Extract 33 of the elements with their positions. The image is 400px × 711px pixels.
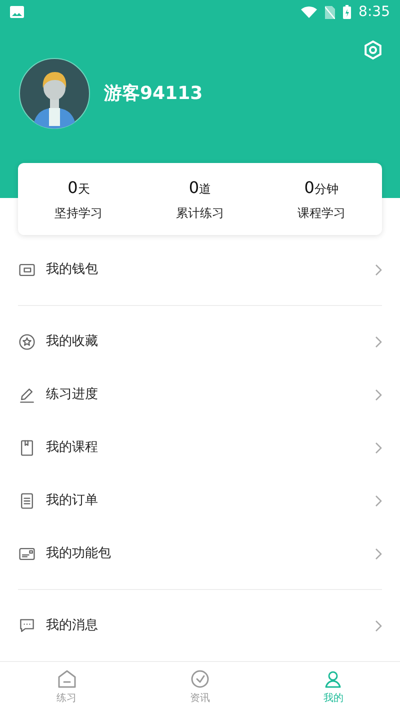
book-icon: [18, 438, 36, 456]
battery-icon: [342, 5, 351, 19]
menu-item[interactable]: 我的消息: [18, 599, 382, 652]
menu-item[interactable]: 我的订单: [18, 474, 382, 527]
stat-value: 0道: [188, 177, 212, 199]
chat-icon: [18, 616, 36, 634]
settings-icon[interactable]: [363, 40, 383, 60]
chevron-right-icon: [374, 264, 382, 276]
wifi-icon: [300, 6, 317, 18]
user-name: 游客94113: [104, 82, 203, 106]
chevron-right-icon: [374, 494, 382, 506]
menu-item[interactable]: 我的钱包: [18, 243, 382, 296]
house-icon: [56, 668, 78, 690]
chevron-right-icon: [374, 548, 382, 560]
stat-value: 0天: [68, 177, 90, 199]
avatar: [19, 58, 90, 129]
menu-item[interactable]: 练习进度: [18, 368, 382, 421]
chevron-right-icon: [374, 336, 382, 348]
stat-value: 0分钟: [304, 177, 338, 199]
stat-label: 课程学习: [297, 205, 346, 222]
chevron-right-icon: [374, 442, 382, 454]
menu-item[interactable]: 我的课程: [18, 421, 382, 474]
stat-label: 坚持学习: [54, 205, 103, 222]
chevron-right-icon: [374, 388, 382, 400]
no-sim-icon: [324, 6, 335, 18]
menu-item[interactable]: 我的功能包: [18, 527, 382, 580]
pencil-icon: [18, 386, 36, 404]
image-icon: [10, 6, 24, 18]
stat-label: 累计练习: [176, 205, 224, 222]
chevron-right-icon: [374, 620, 382, 632]
clock-time: 8:35: [358, 2, 390, 22]
menu-item[interactable]: 我的收藏: [18, 315, 382, 368]
document-icon: [18, 492, 36, 510]
